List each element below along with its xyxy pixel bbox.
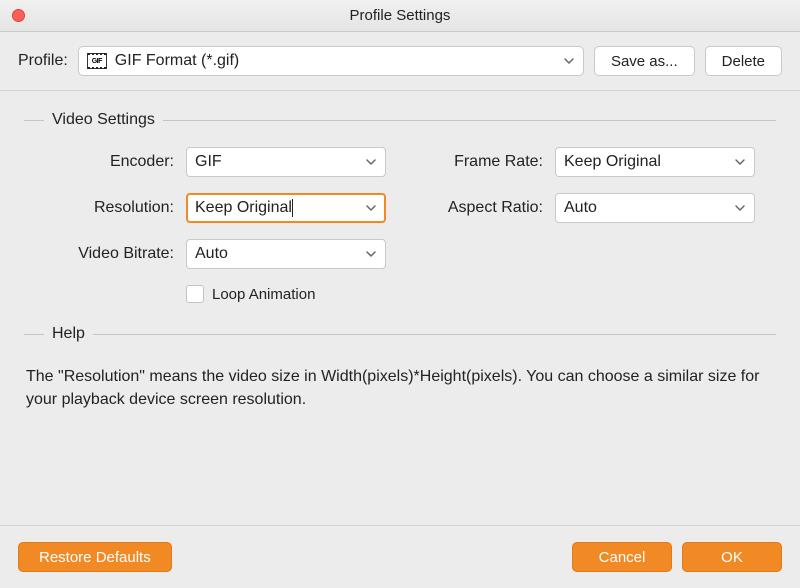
video-settings-title: Video Settings	[52, 111, 155, 129]
gif-format-icon: GIF	[87, 53, 107, 69]
chevron-down-icon	[734, 202, 746, 214]
aspect-ratio-select[interactable]: Auto	[555, 193, 755, 223]
encoder-select[interactable]: GIF	[186, 147, 386, 177]
resolution-label: Resolution:	[24, 199, 174, 217]
help-text: The "Resolution" means the video size in…	[24, 361, 776, 411]
divider	[163, 120, 776, 121]
chevron-down-icon	[365, 156, 377, 168]
video-bitrate-label: Video Bitrate:	[24, 245, 174, 263]
loop-animation-row: Loop Animation	[186, 285, 386, 303]
help-group: Help The "Resolution" means the video si…	[24, 325, 776, 411]
chevron-down-icon	[734, 156, 746, 168]
divider	[24, 334, 44, 335]
footer: Restore Defaults Cancel OK	[0, 525, 800, 588]
aspect-ratio-value: Auto	[564, 199, 728, 217]
video-settings-group: Video Settings Encoder: GIF Frame Rate: …	[24, 111, 776, 303]
ok-button[interactable]: OK	[682, 542, 782, 572]
delete-button[interactable]: Delete	[705, 46, 782, 76]
profile-value: GIF Format (*.gif)	[115, 52, 555, 70]
chevron-down-icon	[365, 202, 377, 214]
loop-animation-label: Loop Animation	[212, 286, 315, 303]
divider	[24, 120, 44, 121]
video-bitrate-value: Auto	[195, 245, 359, 263]
chevron-down-icon	[563, 55, 575, 67]
frame-rate-label: Frame Rate:	[398, 153, 543, 171]
encoder-value: GIF	[195, 153, 359, 171]
divider	[93, 334, 776, 335]
loop-animation-checkbox[interactable]	[186, 285, 204, 303]
chevron-down-icon	[365, 248, 377, 260]
frame-rate-select[interactable]: Keep Original	[555, 147, 755, 177]
help-title: Help	[52, 325, 85, 343]
content-area: Video Settings Encoder: GIF Frame Rate: …	[0, 91, 800, 411]
restore-defaults-button[interactable]: Restore Defaults	[18, 542, 172, 572]
video-settings-grid: Encoder: GIF Frame Rate: Keep Original R…	[24, 147, 776, 303]
close-window-button[interactable]	[12, 9, 25, 22]
titlebar: Profile Settings	[0, 0, 800, 32]
save-as-button[interactable]: Save as...	[594, 46, 695, 76]
group-header: Help	[24, 325, 776, 343]
cancel-button[interactable]: Cancel	[572, 542, 672, 572]
encoder-label: Encoder:	[24, 153, 174, 171]
video-bitrate-select[interactable]: Auto	[186, 239, 386, 269]
profile-label: Profile:	[18, 52, 68, 70]
aspect-ratio-label: Aspect Ratio:	[398, 199, 543, 217]
group-header: Video Settings	[24, 111, 776, 129]
resolution-select[interactable]: Keep Original	[186, 193, 386, 223]
resolution-value: Keep Original	[195, 199, 359, 217]
profile-combobox[interactable]: GIF GIF Format (*.gif)	[78, 46, 584, 76]
window-title: Profile Settings	[0, 7, 800, 24]
profile-row: Profile: GIF GIF Format (*.gif) Save as.…	[0, 32, 800, 91]
traffic-lights	[12, 9, 25, 22]
frame-rate-value: Keep Original	[564, 153, 728, 171]
